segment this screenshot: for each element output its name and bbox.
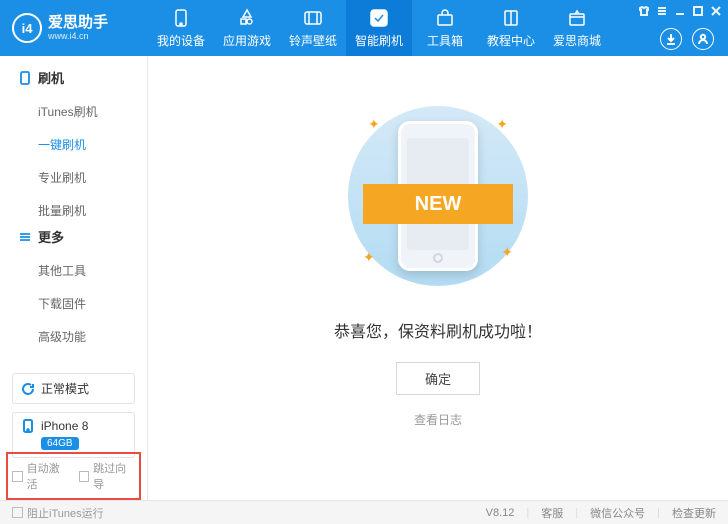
logo[interactable]: i4 爱思助手 www.i4.cn [0, 13, 148, 43]
download-icon[interactable] [660, 28, 682, 50]
book-icon [500, 7, 522, 29]
titlebar-right-icons [660, 28, 714, 50]
checkbox[interactable]: 自动激活 [12, 460, 69, 492]
ok-button[interactable]: 确定 [396, 362, 480, 395]
brand-url: www.i4.cn [48, 32, 108, 41]
checks-highlight: 自动激活跳过向导 [6, 452, 141, 500]
side-group-title: 更多 [18, 227, 129, 246]
content-area: ✦✦✦✦ NEW 恭喜您，保资料刷机成功啦！ 确定 查看日志 [148, 56, 728, 500]
device-icon [170, 7, 192, 29]
nav-book[interactable]: 教程中心 [478, 0, 544, 56]
nav-toolbox[interactable]: 工具箱 [412, 0, 478, 56]
side-item[interactable]: iTunes刷机 [18, 95, 129, 128]
menu-icon[interactable] [656, 4, 668, 16]
side-item[interactable]: 批量刷机 [18, 194, 129, 227]
close-icon[interactable] [710, 4, 722, 16]
side-item[interactable]: 下载固件 [18, 287, 129, 320]
status-link[interactable]: 客服 [541, 505, 563, 521]
version: V8.12 [486, 507, 515, 519]
titlebar: i4 爱思助手 www.i4.cn 我的设备应用游戏铃声壁纸智能刷机工具箱教程中… [0, 0, 728, 56]
mode-label: 正常模式 [41, 380, 89, 397]
block-itunes-checkbox[interactable]: 阻止iTunes运行 [12, 505, 104, 521]
ribbon-text: NEW [363, 184, 513, 224]
side-item[interactable]: 其他工具 [18, 254, 129, 287]
status-link[interactable]: 微信公众号 [590, 505, 645, 521]
statusbar: 阻止iTunes运行 V8.12|客服|微信公众号|检查更新 [0, 500, 728, 524]
side-group-title: 刷机 [18, 68, 129, 87]
view-log-link[interactable]: 查看日志 [414, 411, 462, 428]
top-nav: 我的设备应用游戏铃声壁纸智能刷机工具箱教程中心爱思商城 [148, 0, 610, 56]
phone-icon [21, 419, 35, 433]
nav-apps[interactable]: 应用游戏 [214, 0, 280, 56]
success-illustration: ✦✦✦✦ NEW [338, 96, 538, 296]
brand-name: 爱思助手 [48, 15, 108, 30]
window-controls [638, 4, 722, 16]
refresh-icon [21, 382, 35, 396]
status-link[interactable]: 检查更新 [672, 505, 716, 521]
tshirt-icon[interactable] [638, 4, 650, 16]
side-item[interactable]: 专业刷机 [18, 161, 129, 194]
nav-flash[interactable]: 智能刷机 [346, 0, 412, 56]
success-message: 恭喜您，保资料刷机成功啦！ [334, 318, 542, 342]
logo-icon: i4 [12, 13, 42, 43]
minimize-icon[interactable] [674, 4, 686, 16]
ringtone-icon [302, 7, 324, 29]
toolbox-icon [434, 7, 456, 29]
checkbox[interactable]: 跳过向导 [79, 460, 136, 492]
mode-box[interactable]: 正常模式 [12, 373, 135, 404]
user-icon[interactable] [692, 28, 714, 50]
flash-icon [368, 7, 390, 29]
apps-icon [236, 7, 258, 29]
device-name: iPhone 8 [41, 419, 88, 433]
nav-cart[interactable]: 爱思商城 [544, 0, 610, 56]
cart-icon [566, 7, 588, 29]
maximize-icon[interactable] [692, 4, 704, 16]
nav-device[interactable]: 我的设备 [148, 0, 214, 56]
side-item[interactable]: 高级功能 [18, 320, 129, 353]
storage-badge: 64GB [41, 437, 79, 450]
sidebar: 刷机 iTunes刷机一键刷机专业刷机批量刷机更多其他工具下载固件高级功能 正常模… [0, 56, 148, 500]
nav-ringtone[interactable]: 铃声壁纸 [280, 0, 346, 56]
side-item[interactable]: 一键刷机 [18, 128, 129, 161]
